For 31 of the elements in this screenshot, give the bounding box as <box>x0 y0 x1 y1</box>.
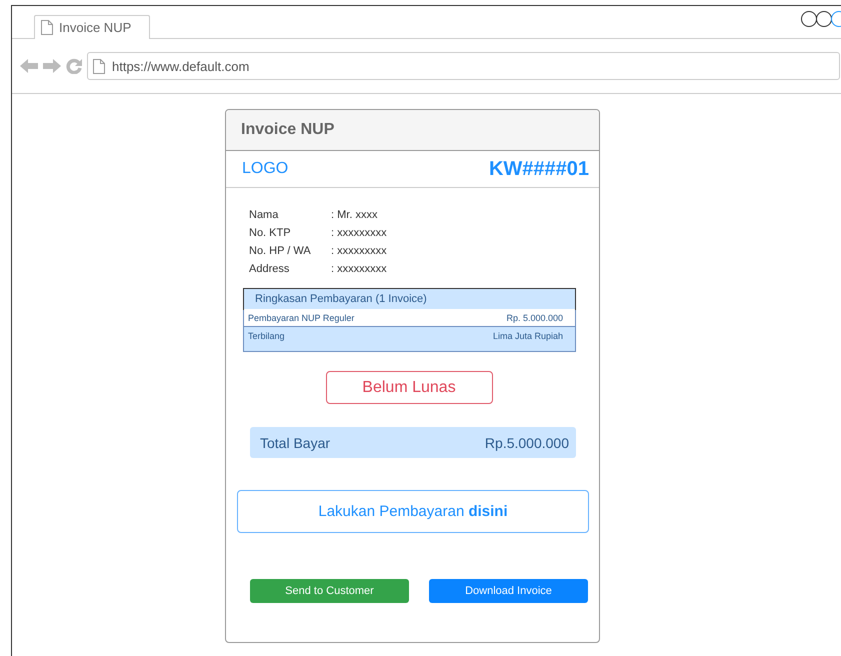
page-icon <box>93 58 105 74</box>
back-arrow-icon[interactable] <box>20 58 38 74</box>
url-text: https://www.default.com <box>112 58 250 74</box>
summary-value: Rp. 5.000.000 <box>506 312 563 322</box>
summary-title: Ringkasan Pembayaran (1 Invoice) <box>243 288 576 310</box>
field-value: : Mr. xxxx <box>331 208 378 222</box>
field-label: No. KTP <box>249 226 292 240</box>
payment-status-badge: Belum Lunas <box>326 371 492 404</box>
logo-text: LOGO <box>242 160 288 178</box>
payment-link-button[interactable]: Lakukan Pembayaran disini <box>237 490 589 533</box>
total-label: Total Bayar <box>260 434 330 450</box>
summary-label: Terbilang <box>248 331 285 341</box>
field-label: Nama <box>249 208 280 222</box>
page-icon <box>41 20 53 35</box>
forward-arrow-icon[interactable] <box>43 58 61 74</box>
invoice-number: KW####01 <box>488 158 589 180</box>
summary-value: Lima Juta Rupiah <box>492 331 563 341</box>
download-button[interactable]: Download Invoice <box>429 579 588 603</box>
window-controls-icon[interactable] <box>801 10 841 30</box>
summary-label: Pembayaran NUP Reguler <box>248 312 354 322</box>
field-label: Address <box>249 262 290 276</box>
address-bar[interactable]: https://www.default.com <box>87 52 840 80</box>
field-value: : xxxxxxxxx <box>331 244 388 258</box>
total-value: Rp.5.000.000 <box>484 434 569 450</box>
send-button[interactable]: Send to Customer <box>250 579 409 603</box>
field-value: : xxxxxxxxx <box>331 226 388 240</box>
browser-tab[interactable]: Invoice NUP <box>34 15 150 39</box>
field-label: No. HP / WA <box>249 244 312 258</box>
field-value: : xxxxxxxxx <box>331 262 388 276</box>
reload-icon[interactable] <box>66 58 82 74</box>
card-header: Invoice NUP <box>226 110 599 151</box>
